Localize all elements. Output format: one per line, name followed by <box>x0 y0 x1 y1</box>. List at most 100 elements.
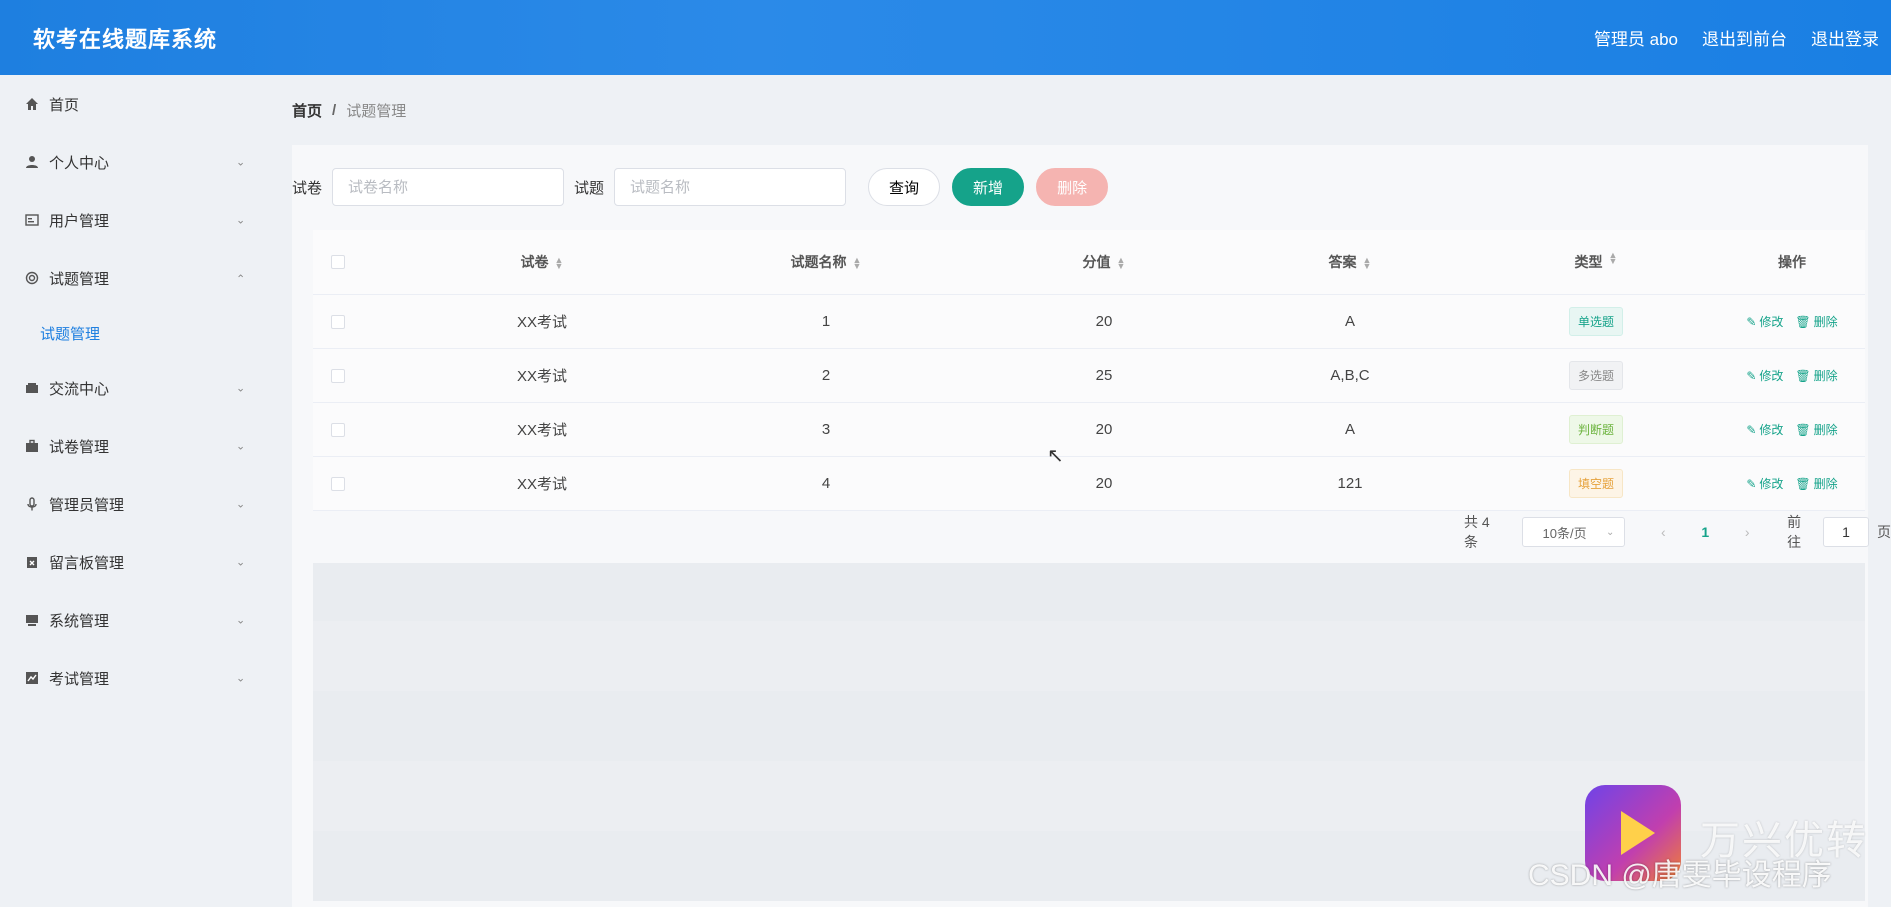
row-checkbox[interactable] <box>331 422 345 437</box>
table-row[interactable]: XX考试 3 20 A 判断题 ✎ 修改 🗑 删除 <box>313 403 1865 457</box>
sidebar-item-forum[interactable]: 交流中心 ⌄ <box>0 359 285 417</box>
add-button[interactable]: 新增 <box>952 168 1025 206</box>
delete-button[interactable]: 🗑 删除 <box>1795 421 1837 438</box>
exit-to-front-link[interactable]: 退出到前台 <box>1702 25 1787 50</box>
question-filter-label: 试题 <box>574 179 605 197</box>
sort-icon[interactable]: ▲ ▼ <box>853 256 862 271</box>
sidebar-item-label: 用户管理 <box>49 212 110 230</box>
chevron-down-icon: ⌄ <box>236 214 246 227</box>
breadcrumb-separator: / <box>332 102 337 119</box>
trash-icon: 🗑 <box>1795 314 1811 329</box>
cell-name: 1 <box>821 313 831 330</box>
questions-table: 试卷 ▲ ▼ 试题名称 ▲ ▼ 分值 ▲ ▼ 答案 ▲ ▼ 类型 ▲ ▼ 操作 XX考试 1 20 … <box>313 230 1865 511</box>
row-checkbox[interactable] <box>331 314 345 329</box>
chevron-down-icon: ⌄ <box>236 614 246 627</box>
chevron-down-icon: ⌄ <box>236 440 246 453</box>
monitor-icon <box>24 612 40 628</box>
breadcrumb-home[interactable]: 首页 <box>292 100 322 121</box>
sidebar-item-label: 试题管理 <box>49 270 110 288</box>
page-number-button[interactable]: 1 <box>1683 524 1727 540</box>
mouse-cursor-icon: ↖ <box>1047 445 1064 467</box>
chevron-down-icon: ⌄ <box>236 156 246 169</box>
sidebar-item-label: 考试管理 <box>49 670 110 688</box>
search-button[interactable]: 查询 <box>868 168 941 206</box>
edit-icon: ✎ <box>1746 368 1757 383</box>
app-title: 软考在线题库系统 <box>33 26 218 52</box>
row-checkbox[interactable] <box>331 368 345 383</box>
sidebar-item-label: 首页 <box>49 96 80 114</box>
cell-score: 20 <box>1095 475 1113 492</box>
chart-icon <box>24 670 40 686</box>
column-header-score[interactable]: 分值 ▲ ▼ <box>981 252 1227 272</box>
edit-button[interactable]: ✎ 修改 <box>1746 475 1783 492</box>
total-count: 共 4 条 <box>1464 514 1490 550</box>
cell-score: 25 <box>1095 367 1113 384</box>
paper-name-input[interactable] <box>332 168 565 206</box>
goto-page: 前往 页 <box>1787 512 1891 552</box>
column-header-answer[interactable]: 答案 ▲ ▼ <box>1227 252 1473 272</box>
cell-answer: A <box>1344 313 1355 330</box>
column-header-paper[interactable]: 试卷 ▲ ▼ <box>413 252 671 272</box>
user-icon <box>24 154 40 170</box>
sidebar: 首页 个人中心 ⌄ 用户管理 ⌄ 试题管理 ⌄ 试题管理 交流中心 ⌄ 试卷管理… <box>0 75 285 907</box>
table-header: 试卷 ▲ ▼ 试题名称 ▲ ▼ 分值 ▲ ▼ 答案 ▲ ▼ 类型 ▲ ▼ 操作 <box>313 230 1865 295</box>
edit-button[interactable]: ✎ 修改 <box>1746 367 1783 384</box>
trash-icon: 🗑 <box>1795 422 1811 437</box>
type-tag: 判断题 <box>1568 415 1623 444</box>
chevron-down-icon: ⌄ <box>236 672 246 685</box>
cell-answer: 121 <box>1337 475 1363 492</box>
sidebar-item-papers[interactable]: 试卷管理 ⌄ <box>0 417 285 475</box>
sidebar-item-system[interactable]: 系统管理 ⌄ <box>0 591 285 649</box>
sidebar-item-profile[interactable]: 个人中心 ⌄ <box>0 133 285 191</box>
row-checkbox[interactable] <box>331 476 345 491</box>
sidebar-item-admins[interactable]: 管理员管理 ⌄ <box>0 475 285 533</box>
delete-button[interactable]: 🗑 删除 <box>1795 313 1837 330</box>
chevron-up-icon: ⌄ <box>236 271 246 284</box>
select-all-checkbox[interactable] <box>331 255 345 269</box>
faded-row <box>313 621 1865 691</box>
wallet-icon <box>24 380 40 396</box>
column-header-type[interactable]: 类型 ▲ ▼ <box>1473 251 1719 272</box>
sidebar-item-users[interactable]: 用户管理 ⌄ <box>0 191 285 249</box>
sidebar-item-label: 管理员管理 <box>49 496 125 514</box>
page-size-select[interactable]: 10条/页 ⌄ <box>1521 517 1626 547</box>
edit-icon: ✎ <box>1746 476 1757 491</box>
submenu-item-question-manage[interactable]: 试题管理 <box>0 307 285 359</box>
goto-page-input[interactable] <box>1823 517 1869 547</box>
edit-button[interactable]: ✎ 修改 <box>1746 421 1783 438</box>
table-row[interactable]: XX考试 2 25 A,B,C 多选题 ✎ 修改 🗑 删除 <box>313 349 1865 403</box>
delete-button[interactable]: 🗑 删除 <box>1795 367 1837 384</box>
sort-icon[interactable]: ▲ ▼ <box>1609 251 1618 272</box>
sidebar-item-messages[interactable]: 留言板管理 ⌄ <box>0 533 285 591</box>
prev-page-button[interactable]: ‹ <box>1643 524 1683 540</box>
sort-icon[interactable]: ▲ ▼ <box>1363 256 1372 271</box>
page-suffix: 页 <box>1877 524 1891 540</box>
table-row[interactable]: XX考试 4 20 121 填空题 ✎ 修改 🗑 删除 <box>313 457 1865 511</box>
logout-link[interactable]: 退出登录 <box>1811 25 1879 50</box>
table-row[interactable]: XX考试 1 20 A 单选题 ✎ 修改 🗑 删除 <box>313 295 1865 349</box>
sidebar-item-home[interactable]: 首页 <box>0 75 285 133</box>
cell-name: 4 <box>821 475 831 492</box>
batch-delete-button[interactable]: 删除 <box>1036 168 1109 206</box>
filter-bar: 试卷 试题 查询 新增 删除 <box>292 168 1109 206</box>
column-header-ops: 操作 <box>1778 254 1806 270</box>
sidebar-item-questions[interactable]: 试题管理 ⌄ <box>0 249 285 307</box>
sort-icon[interactable]: ▲ ▼ <box>555 256 564 271</box>
column-header-name[interactable]: 试题名称 ▲ ▼ <box>671 252 981 272</box>
delete-button[interactable]: 🗑 删除 <box>1795 475 1837 492</box>
sidebar-item-exams[interactable]: 考试管理 ⌄ <box>0 649 285 707</box>
question-name-input[interactable] <box>614 168 847 206</box>
admin-user-label[interactable]: 管理员 abo <box>1594 25 1678 50</box>
edit-icon: ✎ <box>1746 422 1757 437</box>
microphone-icon <box>24 496 40 512</box>
next-page-button[interactable]: › <box>1727 524 1767 540</box>
sidebar-item-label: 留言板管理 <box>49 554 125 572</box>
goto-label: 前往 <box>1787 514 1802 550</box>
cell-answer: A,B,C <box>1330 367 1370 384</box>
briefcase-icon <box>24 438 40 454</box>
sort-icon[interactable]: ▲ ▼ <box>1117 256 1126 271</box>
edit-button[interactable]: ✎ 修改 <box>1746 313 1783 330</box>
edit-icon: ✎ <box>1746 314 1757 329</box>
breadcrumb-current: 试题管理 <box>346 103 407 120</box>
sidebar-item-label: 交流中心 <box>49 380 110 398</box>
